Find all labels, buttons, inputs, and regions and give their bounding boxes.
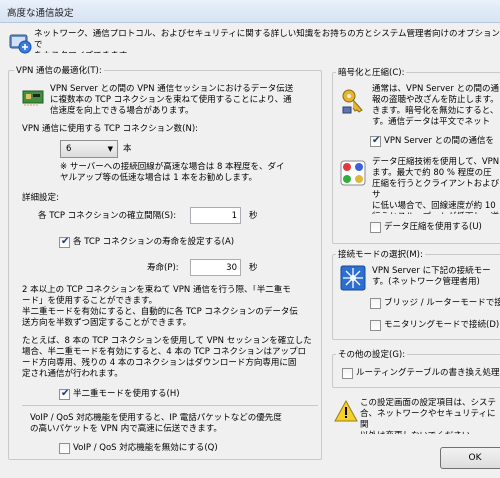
bridge-mode-checkbox-label[interactable]: ブリッジ / ルーターモードで接続 <box>384 298 500 309</box>
monitoring-mode-checkbox-label[interactable]: モニタリングモードで接続(D) <box>384 320 499 331</box>
encryption-compression-title: 暗号化と圧縮(C): <box>336 66 407 78</box>
detail-settings-label: 詳細設定: <box>22 193 59 203</box>
lifetime-unit: 秒 <box>249 263 258 273</box>
voip-description: VoIP / QoS 対応機能を使用すると、IP 電話パケットなどの優先度 の高… <box>30 413 282 434</box>
connection-interval-label: 各 TCP コネクションの確立間隔(S): <box>38 211 177 221</box>
voip-disable-checkbox-label[interactable]: VoIP / QoS 対応機能を無効にする(Q) <box>73 443 218 454</box>
window-title: 高度な通信設定 <box>7 8 74 19</box>
connection-mode-description: VPN Server に下記の接続モー す。(ネットワーク管理者用) <box>372 266 491 287</box>
bridge-mode-checkbox[interactable] <box>370 298 381 309</box>
network-hub-icon <box>340 265 366 291</box>
connection-lifetime-checkbox[interactable] <box>59 236 70 248</box>
key-icon <box>342 89 363 114</box>
network-card-icon <box>22 90 44 106</box>
lifetime-input[interactable]: 30 <box>190 259 241 276</box>
vpn-optimization-title: VPN 通信の最適化(T): <box>14 64 104 76</box>
tcp-count-unit: 本 <box>123 144 132 154</box>
warning-icon <box>334 400 358 422</box>
compression-description: データ圧縮技術を使用して、VPN ます。最大で約 80 % 程度の圧 圧縮を行う… <box>372 157 500 214</box>
chevron-down-icon: ▼ <box>107 145 113 153</box>
monitoring-mode-checkbox[interactable] <box>370 320 381 331</box>
compression-checkbox-label[interactable]: データ圧縮を使用する(U) <box>384 222 482 233</box>
connection-mode-title: 接続モードの選択(M): <box>336 248 425 260</box>
connection-interval-input[interactable]: 1 <box>190 207 241 224</box>
ok-button[interactable]: OK <box>440 447 500 469</box>
footer-warning-text: この設定画面の設定項目は、システ 合、ネットワークやセキュリティに関 以外は変更… <box>360 398 497 434</box>
compression-checkbox[interactable] <box>370 222 381 233</box>
tcp-count-note: ※ サーバーへの接続回線が高速な場合は 8 本程度を、ダイ ヤルアップ等の低速な… <box>60 162 285 183</box>
voip-disable-checkbox[interactable] <box>59 443 70 454</box>
routing-table-checkbox[interactable] <box>342 368 353 379</box>
vpn-intro-text: VPN Server との間の VPN 通信セッションにおけるデータ伝送 に複数… <box>50 84 294 116</box>
encryption-description: 通常は、VPN Server との間の通 報の盗聴や改ざんを防止します。 きます… <box>372 84 499 127</box>
tcp-count-select[interactable]: 6 ▼ <box>60 140 118 158</box>
compression-icon <box>340 160 366 186</box>
header-description: ネットワーク、通信プロトコル、およびセキュリティに関する詳しい知識をお持ちの方と… <box>34 29 500 53</box>
half-duplex-example: たとえば、8 本の TCP コネクションを使用して VPN セッションを確立した… <box>22 336 312 379</box>
tcp-count-value: 6 <box>66 144 72 154</box>
half-duplex-checkbox[interactable] <box>59 388 70 400</box>
window-title-bar: 高度な通信設定 <box>0 0 500 23</box>
encryption-checkbox[interactable] <box>370 135 381 147</box>
connection-lifetime-checkbox-label[interactable]: 各 TCP コネクションの寿命を設定する(A) <box>73 237 234 248</box>
other-settings-title: その他の設定(G): <box>336 348 408 360</box>
half-duplex-description: 2 本以上の TCP コネクションを束ねて VPN 通信を行う際、「半二重モ ー… <box>22 285 298 328</box>
encryption-checkbox-label[interactable]: VPN Server との間の通信を <box>384 136 494 147</box>
tcp-count-label: VPN 通信に使用する TCP コネクション数(N): <box>22 124 199 134</box>
settings-info-icon <box>9 34 32 54</box>
half-duplex-checkbox-label[interactable]: 半二重モードを使用する(H) <box>73 389 180 400</box>
routing-table-checkbox-label[interactable]: ルーティングテーブルの書き換え処理を <box>356 368 500 379</box>
connection-interval-unit: 秒 <box>249 211 258 221</box>
separator <box>22 405 318 406</box>
lifetime-label: 寿命(P): <box>147 263 179 273</box>
